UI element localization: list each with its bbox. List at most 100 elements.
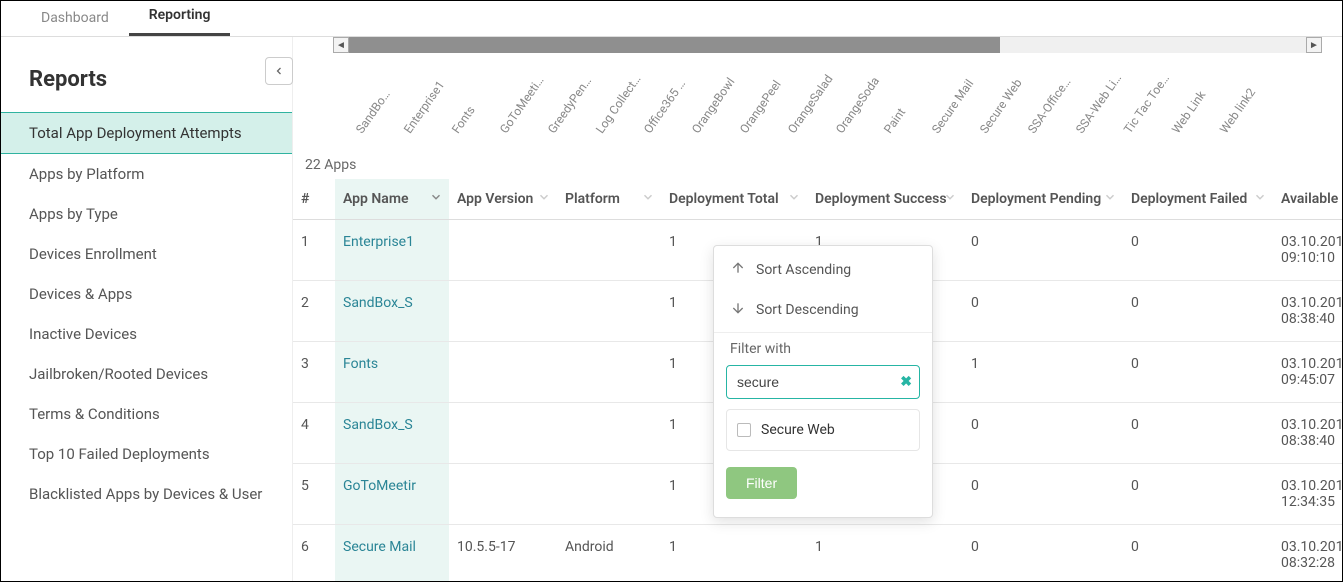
table-header-row: # App Name App Version Platform Depl: [293, 179, 1342, 220]
tab-dashboard[interactable]: Dashboard: [21, 2, 129, 36]
cell-app-name[interactable]: SandBox_S: [335, 281, 449, 342]
chevron-down-icon[interactable]: [787, 190, 801, 208]
cell-failed: 0: [1123, 464, 1273, 525]
cell-index: 1: [293, 220, 335, 281]
chart-category-label: OrangeSalad: [785, 72, 836, 136]
chart-strip: ◄ ► SandBo…Enterprise1FontsGoToMeeti…Gre…: [323, 37, 1332, 157]
filter-with-label: Filter with: [714, 335, 932, 361]
chart-category-label: Office365 …: [641, 77, 688, 136]
chevron-down-icon[interactable]: [943, 190, 957, 208]
cell-app-name[interactable]: SandBox_S: [335, 403, 449, 464]
cell-failed: 0: [1123, 281, 1273, 342]
sidebar-item-jailbroken[interactable]: Jailbroken/Rooted Devices: [1, 354, 292, 394]
col-idx[interactable]: #: [293, 179, 335, 220]
chevron-down-icon[interactable]: [429, 190, 443, 208]
cell-platform: [557, 342, 661, 403]
sort-descending-option[interactable]: Sort Descending: [714, 290, 932, 330]
chart-h-scrollbar[interactable]: ◄ ►: [333, 37, 1322, 53]
cell-pending: 0: [963, 281, 1123, 342]
col-available-label: Available: [1281, 191, 1338, 207]
chart-category-label: OrangePeel: [737, 78, 784, 136]
col-app-name-label: App Name: [343, 191, 409, 207]
chart-category-label: SandBo…: [353, 88, 393, 137]
cell-failed: 0: [1123, 525, 1273, 582]
sidebar-item-devices-apps[interactable]: Devices & Apps: [1, 274, 292, 314]
cell-index: 5: [293, 464, 335, 525]
clear-filter-icon[interactable]: ✖: [900, 374, 912, 390]
chart-category-label: GoToMeeti…: [497, 74, 547, 137]
sidebar-item-devices-enrollment[interactable]: Devices Enrollment: [1, 234, 292, 274]
sidebar-item-total-app-deployment[interactable]: Total App Deployment Attempts: [1, 112, 292, 154]
sidebar-collapse-button[interactable]: [265, 57, 293, 85]
col-available[interactable]: Available: [1273, 179, 1342, 220]
apps-count-label: 22 Apps: [305, 157, 1342, 173]
content: ◄ ► SandBo… Enterprise1 Fonts GoToMeeti…Gre…: [293, 37, 1342, 581]
cell-app-version: [449, 281, 557, 342]
sidebar: Reports Total App Deployment Attempts Ap…: [1, 37, 293, 581]
cell-available: 03.10.20112:34:35: [1273, 464, 1342, 525]
cell-app-version: [449, 403, 557, 464]
cell-pending: 0: [963, 220, 1123, 281]
cell-platform: [557, 403, 661, 464]
cell-app-version: [449, 464, 557, 525]
col-app-version[interactable]: App Version: [449, 179, 557, 220]
chart-category-label: Web Link: [1169, 88, 1208, 136]
filter-option-secure-web[interactable]: Secure Web: [726, 409, 920, 451]
chart-category-label: Secure Web: [977, 76, 1025, 136]
cell-app-version: [449, 220, 557, 281]
sort-ascending-option[interactable]: Sort Ascending: [714, 250, 932, 290]
sidebar-item-terms[interactable]: Terms & Conditions: [1, 394, 292, 434]
chart-category-label: Tic Tac Toe…: [1121, 72, 1172, 137]
cell-index: 4: [293, 403, 335, 464]
scroll-thumb[interactable]: [349, 37, 1000, 53]
chevron-down-icon[interactable]: [537, 190, 551, 208]
cell-failed: 0: [1123, 403, 1273, 464]
cell-available: 03.10.20108:38:40: [1273, 281, 1342, 342]
col-platform-label: Platform: [565, 191, 620, 207]
sidebar-item-apps-by-type[interactable]: Apps by Type: [1, 194, 292, 234]
sidebar-item-blacklisted[interactable]: Blacklisted Apps by Devices & User: [1, 474, 292, 514]
cell-pending: 0: [963, 525, 1123, 582]
cell-app-name[interactable]: Enterprise1: [335, 220, 449, 281]
sidebar-item-top10-failed[interactable]: Top 10 Failed Deployments: [1, 434, 292, 474]
cell-failed: 0: [1123, 220, 1273, 281]
sidebar-title: Reports: [29, 67, 292, 92]
chevron-down-icon[interactable]: [1253, 190, 1267, 208]
col-pending[interactable]: Deployment Pending: [963, 179, 1123, 220]
sidebar-item-inactive-devices[interactable]: Inactive Devices: [1, 314, 292, 354]
filter-button[interactable]: Filter: [726, 467, 797, 499]
cell-app-name[interactable]: Secure Mail: [335, 525, 449, 582]
col-failed[interactable]: Deployment Failed: [1123, 179, 1273, 220]
chevron-down-icon[interactable]: [641, 190, 655, 208]
chart-category-label: Fonts: [449, 103, 478, 136]
cell-total: 1: [661, 525, 807, 582]
checkbox-icon[interactable]: [737, 423, 751, 437]
sidebar-item-apps-by-platform[interactable]: Apps by Platform: [1, 154, 292, 194]
col-app-name[interactable]: App Name: [335, 179, 449, 220]
cell-app-name[interactable]: Fonts: [335, 342, 449, 403]
arrow-down-icon: [730, 300, 746, 320]
col-platform[interactable]: Platform: [557, 179, 661, 220]
cell-app-name[interactable]: GoToMeetir: [335, 464, 449, 525]
tab-reporting[interactable]: Reporting: [129, 0, 231, 36]
chart-category-label: GreedyPen…: [545, 74, 594, 136]
cell-platform: [557, 220, 661, 281]
chart-category-label: Secure Mail: [929, 77, 976, 136]
chart-category-label: SSA-Web Li…: [1073, 71, 1124, 136]
scroll-left-arrow-icon[interactable]: ◄: [333, 37, 349, 53]
chart-category-label: Log Collect…: [593, 72, 644, 136]
col-pending-label: Deployment Pending: [971, 191, 1101, 207]
col-total[interactable]: Deployment Total: [661, 179, 807, 220]
cell-pending: 0: [963, 464, 1123, 525]
col-success[interactable]: Deployment Success: [807, 179, 963, 220]
cell-app-version: 10.5.5-17: [449, 525, 557, 582]
cell-pending: 0: [963, 403, 1123, 464]
cell-index: 2: [293, 281, 335, 342]
scroll-right-arrow-icon[interactable]: ►: [1306, 37, 1322, 53]
arrow-up-icon: [730, 260, 746, 280]
chevron-down-icon[interactable]: [1103, 190, 1117, 208]
scroll-track[interactable]: [349, 37, 1306, 53]
cell-failed: 0: [1123, 342, 1273, 403]
chart-category-label: OrangeBowl: [689, 75, 738, 136]
filter-input[interactable]: [726, 365, 920, 399]
